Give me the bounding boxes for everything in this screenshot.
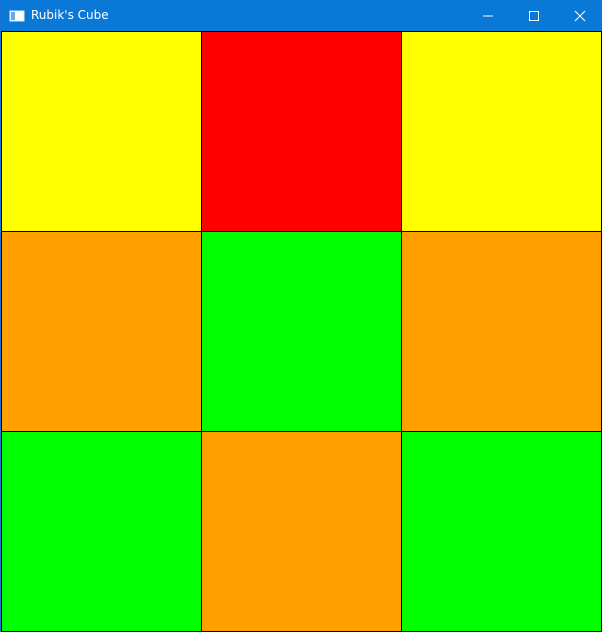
cube-sticker-r2-c1-orange[interactable] — [2, 232, 202, 432]
close-icon — [574, 10, 586, 22]
maximize-icon — [528, 10, 540, 22]
cube-sticker-r2-c2-green[interactable] — [202, 232, 402, 432]
cube-sticker-r3-c3-green[interactable] — [402, 432, 602, 632]
cube-face-grid — [1, 31, 602, 632]
maximize-button[interactable] — [511, 0, 557, 31]
cube-sticker-r2-c3-orange[interactable] — [402, 232, 602, 432]
close-button[interactable] — [557, 0, 602, 31]
minimize-button[interactable] — [465, 0, 511, 31]
window-app-icon — [9, 8, 25, 24]
minimize-icon — [482, 10, 494, 22]
cube-sticker-r1-c3-yellow[interactable] — [402, 32, 602, 232]
window-controls — [465, 0, 602, 31]
cube-sticker-r1-c1-yellow[interactable] — [2, 32, 202, 232]
cube-sticker-r3-c1-green[interactable] — [2, 432, 202, 632]
cube-sticker-r3-c2-orange[interactable] — [202, 432, 402, 632]
app-window: Rubik's Cube — [0, 0, 602, 632]
window-title: Rubik's Cube — [31, 8, 109, 22]
cube-sticker-r1-c2-red[interactable] — [202, 32, 402, 232]
title-bar[interactable]: Rubik's Cube — [1, 0, 602, 31]
